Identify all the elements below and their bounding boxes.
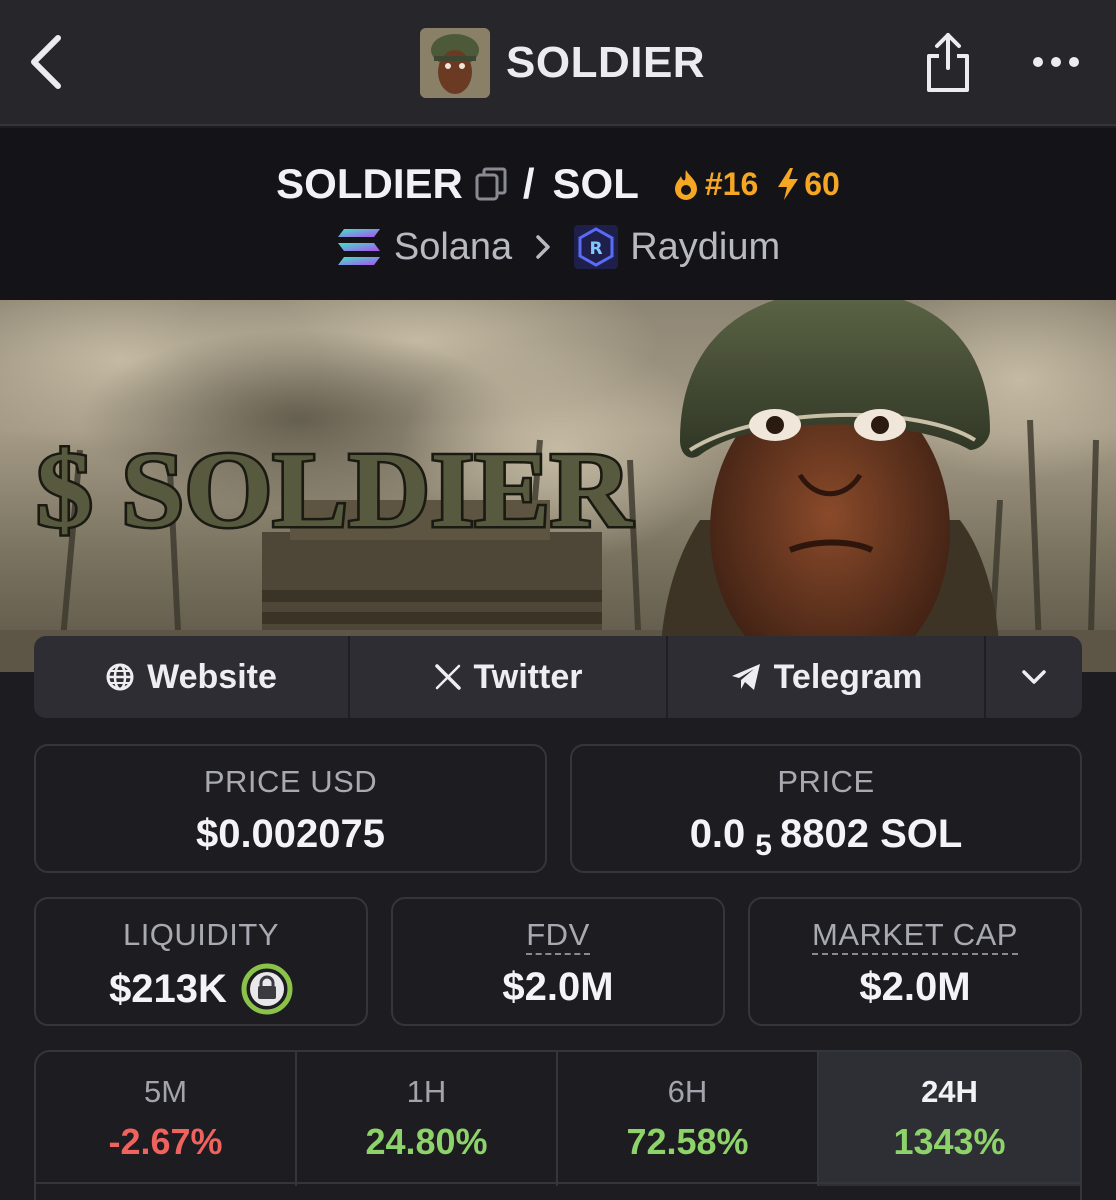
more-socials-button[interactable]: [986, 636, 1082, 718]
more-dots-icon: [1033, 57, 1079, 67]
market-cap-label: MARKET CAP: [812, 917, 1018, 955]
trending-rank-badge[interactable]: #16: [671, 166, 758, 203]
trending-rank-value: #16: [704, 165, 759, 202]
boost-badge[interactable]: 60: [776, 166, 840, 203]
social-links-bar: Website Twitter Telegram: [34, 636, 1082, 718]
fdv-card: FDV $2.0M: [391, 897, 725, 1026]
copy-address-button[interactable]: [475, 167, 507, 201]
tab-24h-change: 1343%: [893, 1121, 1006, 1162]
telegram-link[interactable]: Telegram: [668, 636, 986, 718]
price-usd-label: PRICE USD: [203, 764, 378, 799]
fdv-value: $2.0M: [502, 965, 614, 1009]
liquidity-value: $213K: [109, 967, 227, 1011]
dex-name: Raydium: [630, 225, 781, 268]
price-native-label: PRICE: [777, 764, 875, 799]
lock-icon: [241, 963, 293, 1015]
fire-icon: [674, 170, 697, 200]
tab-1h-change: 24.80%: [365, 1121, 488, 1162]
price-usd-value: $0.002075: [195, 812, 386, 856]
tab-5m-change: -2.67%: [108, 1121, 223, 1162]
chevron-left-icon: [31, 35, 61, 89]
copy-icon: [475, 167, 507, 201]
pair-header: SOLDIER / SOL #16 60 Solana R Raydium: [0, 128, 1116, 300]
solana-logo-icon: [337, 229, 380, 265]
chain-name: Solana: [393, 225, 513, 268]
lightning-icon: [778, 168, 799, 200]
banner-headline: $ SOLDIER: [36, 431, 633, 550]
tab-1h[interactable]: 1H 24.80%: [297, 1052, 558, 1186]
tab-6h[interactable]: 6H 72.58%: [558, 1052, 819, 1186]
chevron-right-icon: [534, 234, 552, 260]
price-native-suffix: 8802 SOL: [779, 812, 963, 856]
chain-link[interactable]: Solana: [336, 226, 512, 269]
tab-5m[interactable]: 5M -2.67%: [36, 1052, 297, 1186]
liquidity-locked-badge[interactable]: [241, 963, 293, 1015]
twitter-label: Twitter: [473, 657, 583, 696]
tab-6h-label: 6H: [667, 1074, 708, 1109]
tab-24h[interactable]: 24H 1343%: [819, 1052, 1080, 1186]
timeframe-divider: [36, 1182, 1080, 1184]
tab-24h-label: 24H: [921, 1074, 978, 1109]
tab-6h-change: 72.58%: [626, 1121, 749, 1162]
more-options-button[interactable]: [1024, 40, 1088, 84]
pair-quote-symbol: SOL: [552, 160, 639, 207]
liquidity-row: $213K: [36, 963, 366, 1015]
fdv-label: FDV: [526, 917, 590, 955]
website-label: Website: [147, 657, 277, 696]
market-cap-label-wrap[interactable]: MARKET CAP: [750, 917, 1080, 955]
pair-title-row: SOLDIER / SOL #16 60: [0, 156, 1116, 212]
website-link[interactable]: Website: [34, 636, 350, 718]
price-native-zero-count: 5: [755, 829, 772, 862]
svg-text:R: R: [590, 239, 603, 259]
x-logo-icon: [434, 664, 461, 690]
back-button[interactable]: [14, 28, 78, 96]
dex-link[interactable]: R Raydium: [574, 225, 780, 269]
liquidity-card: LIQUIDITY $213K: [34, 897, 368, 1026]
token-avatar: [420, 28, 490, 98]
price-native-card: PRICE 0.0 5 8802 SOL: [570, 744, 1082, 873]
telegram-label: Telegram: [773, 657, 923, 696]
chain-dex-row: Solana R Raydium: [0, 222, 1116, 272]
share-icon: [927, 33, 969, 92]
price-native-value: 0.0 5 8802 SOL: [572, 810, 1080, 862]
token-banner-image: $ SOLDIER: [0, 300, 1116, 672]
timeframe-tabs: 5M -2.67% 1H 24.80% 6H 72.58% 24H 1343%: [34, 1050, 1082, 1200]
tab-1h-label: 1H: [406, 1074, 447, 1109]
market-cap-card: MARKET CAP $2.0M: [748, 897, 1082, 1026]
globe-icon: [106, 663, 134, 691]
fdv-label-wrap[interactable]: FDV: [393, 917, 723, 955]
market-cap-value: $2.0M: [859, 965, 971, 1009]
price-usd-card: PRICE USD $0.002075: [34, 744, 547, 873]
price-native-prefix: 0.0: [689, 812, 746, 856]
telegram-icon: [731, 664, 760, 690]
pair-separator: /: [522, 160, 535, 207]
boost-value: 60: [804, 165, 840, 202]
tab-5m-label: 5M: [143, 1074, 188, 1109]
share-button[interactable]: [916, 26, 980, 98]
banner-artwork: $ SOLDIER: [0, 300, 1116, 672]
twitter-link[interactable]: Twitter: [350, 636, 668, 718]
top-nav-bar: SOLDIER: [0, 0, 1116, 126]
chevron-down-icon: [1022, 670, 1046, 684]
liquidity-label: LIQUIDITY: [122, 917, 280, 952]
raydium-logo-icon: R: [574, 225, 619, 269]
pair-base-symbol: SOLDIER: [276, 160, 463, 207]
nav-title-group: SOLDIER: [420, 28, 705, 98]
nav-title: SOLDIER: [506, 38, 706, 87]
